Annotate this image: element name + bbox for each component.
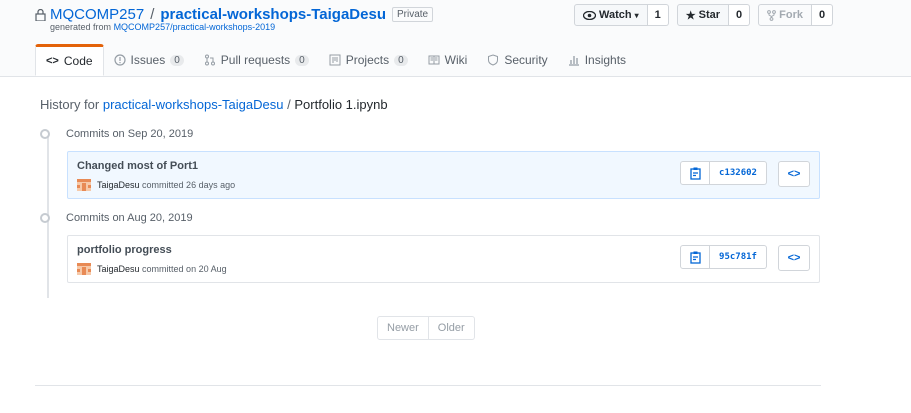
pull-requests-count: 0 bbox=[295, 54, 309, 66]
private-badge: Private bbox=[392, 7, 434, 22]
copy-sha-button[interactable] bbox=[680, 245, 710, 269]
eye-icon bbox=[583, 10, 596, 20]
tab-insights[interactable]: Insights bbox=[558, 45, 636, 75]
commit-row: portfolio progress TaigaDesu committed o… bbox=[67, 235, 820, 283]
browse-code-button[interactable]: <> bbox=[778, 161, 810, 187]
template-link[interactable]: MQCOMP257/practical-workshops-2019 bbox=[114, 22, 276, 32]
pagination: Newer Older bbox=[377, 316, 475, 340]
commit-author[interactable]: TaigaDesu bbox=[97, 180, 140, 190]
tab-label: Code bbox=[63, 54, 93, 68]
history-breadcrumb: History for practical-workshops-TaigaDes… bbox=[40, 97, 388, 112]
caret-down-icon: ▾ bbox=[634, 10, 639, 20]
project-icon bbox=[329, 54, 341, 66]
fork-label: Fork bbox=[779, 9, 803, 21]
watch-count[interactable]: 1 bbox=[647, 4, 669, 26]
projects-count: 0 bbox=[394, 54, 408, 66]
commit-meta: TaigaDesu committed 26 days ago bbox=[77, 179, 235, 191]
commit-time: committed on 20 Aug bbox=[142, 264, 227, 274]
commit-sha-link[interactable]: 95c781f bbox=[710, 245, 767, 269]
tab-label: Pull requests bbox=[220, 53, 291, 67]
tab-projects[interactable]: Projects 0 bbox=[319, 45, 418, 75]
tab-label: Insights bbox=[584, 53, 627, 67]
fork-icon bbox=[767, 9, 777, 21]
copy-sha-button[interactable] bbox=[680, 161, 710, 185]
fork-group: Fork 0 bbox=[758, 4, 834, 26]
repo-nav-tabs: <> Code Issues 0 Pull requests 0 Project… bbox=[35, 44, 636, 76]
commit-group-heading: Commits on Aug 20, 2019 bbox=[40, 212, 193, 224]
tab-label: Projects bbox=[345, 53, 390, 67]
commit-dot-icon bbox=[40, 213, 50, 223]
star-icon: ★ bbox=[685, 9, 696, 22]
fork-button[interactable]: Fork bbox=[758, 4, 812, 26]
clipboard-icon bbox=[689, 167, 701, 180]
watch-label: Watch bbox=[599, 9, 632, 21]
tab-wiki[interactable]: Wiki bbox=[418, 45, 478, 75]
repo-header: MQCOMP257 / practical-workshops-TaigaDes… bbox=[0, 0, 911, 77]
commit-group-heading: Commits on Sep 20, 2019 bbox=[40, 128, 193, 140]
commit-message[interactable]: Changed most of Port1 bbox=[77, 160, 198, 172]
generated-prefix: generated from bbox=[50, 22, 112, 32]
code-icon: <> bbox=[46, 55, 59, 67]
history-separator: / bbox=[287, 97, 291, 112]
pull-request-icon bbox=[204, 54, 215, 66]
tab-label: Security bbox=[504, 53, 548, 67]
browse-code-button[interactable]: <> bbox=[778, 245, 810, 271]
fork-count[interactable]: 0 bbox=[811, 4, 834, 26]
code-icon: <> bbox=[787, 168, 801, 180]
repo-title: MQCOMP257 / practical-workshops-TaigaDes… bbox=[35, 6, 434, 23]
book-icon bbox=[428, 55, 440, 65]
repo-name-link[interactable]: practical-workshops-TaigaDesu bbox=[160, 6, 386, 23]
commit-message[interactable]: portfolio progress bbox=[77, 244, 172, 256]
tab-issues[interactable]: Issues 0 bbox=[104, 45, 194, 75]
avatar[interactable] bbox=[77, 263, 91, 275]
issues-count: 0 bbox=[170, 54, 184, 66]
commit-sha-link[interactable]: c132602 bbox=[710, 161, 767, 185]
tab-label: Wiki bbox=[444, 53, 468, 67]
star-button[interactable]: ★ Star bbox=[676, 4, 730, 26]
graph-icon bbox=[568, 56, 579, 66]
history-prefix: History for bbox=[40, 97, 100, 112]
watch-group: Watch ▾ 1 bbox=[574, 4, 669, 26]
shield-icon bbox=[488, 54, 499, 66]
commit-time: committed 26 days ago bbox=[142, 180, 236, 190]
history-repo-link[interactable]: practical-workshops-TaigaDesu bbox=[103, 97, 284, 112]
watch-button[interactable]: Watch ▾ bbox=[574, 4, 648, 26]
newer-button[interactable]: Newer bbox=[377, 316, 429, 340]
star-group: ★ Star 0 bbox=[676, 4, 751, 26]
avatar[interactable] bbox=[77, 179, 91, 191]
history-file-name: Portfolio 1.ipynb bbox=[294, 97, 388, 112]
star-count[interactable]: 0 bbox=[729, 4, 751, 26]
tab-label: Issues bbox=[130, 53, 166, 67]
sha-group: 95c781f bbox=[680, 245, 767, 269]
commit-group-date: Commits on Sep 20, 2019 bbox=[66, 128, 194, 140]
tab-pull-requests[interactable]: Pull requests 0 bbox=[194, 45, 319, 75]
sha-group: c132602 bbox=[680, 161, 767, 185]
footer-divider bbox=[35, 385, 821, 386]
older-button[interactable]: Older bbox=[428, 316, 475, 340]
code-icon: <> bbox=[787, 252, 801, 264]
commit-dot-icon bbox=[40, 129, 50, 139]
repo-actions: Watch ▾ 1 ★ Star 0 Fork 0 bbox=[574, 4, 841, 26]
star-label: Star bbox=[698, 9, 721, 21]
clipboard-icon bbox=[689, 251, 701, 264]
commit-meta: TaigaDesu committed on 20 Aug bbox=[77, 263, 227, 275]
generated-from: generated from MQCOMP257/practical-works… bbox=[50, 22, 275, 32]
lock-icon bbox=[35, 8, 46, 21]
tab-code[interactable]: <> Code bbox=[35, 44, 104, 76]
repo-separator: / bbox=[150, 6, 155, 23]
tab-security[interactable]: Security bbox=[477, 45, 557, 75]
repo-owner-link[interactable]: MQCOMP257 bbox=[50, 6, 144, 23]
commit-author[interactable]: TaigaDesu bbox=[97, 264, 140, 274]
commit-group-date: Commits on Aug 20, 2019 bbox=[66, 212, 193, 224]
commit-row: Changed most of Port1 TaigaDesu committe… bbox=[67, 151, 820, 199]
issue-icon bbox=[113, 54, 126, 66]
